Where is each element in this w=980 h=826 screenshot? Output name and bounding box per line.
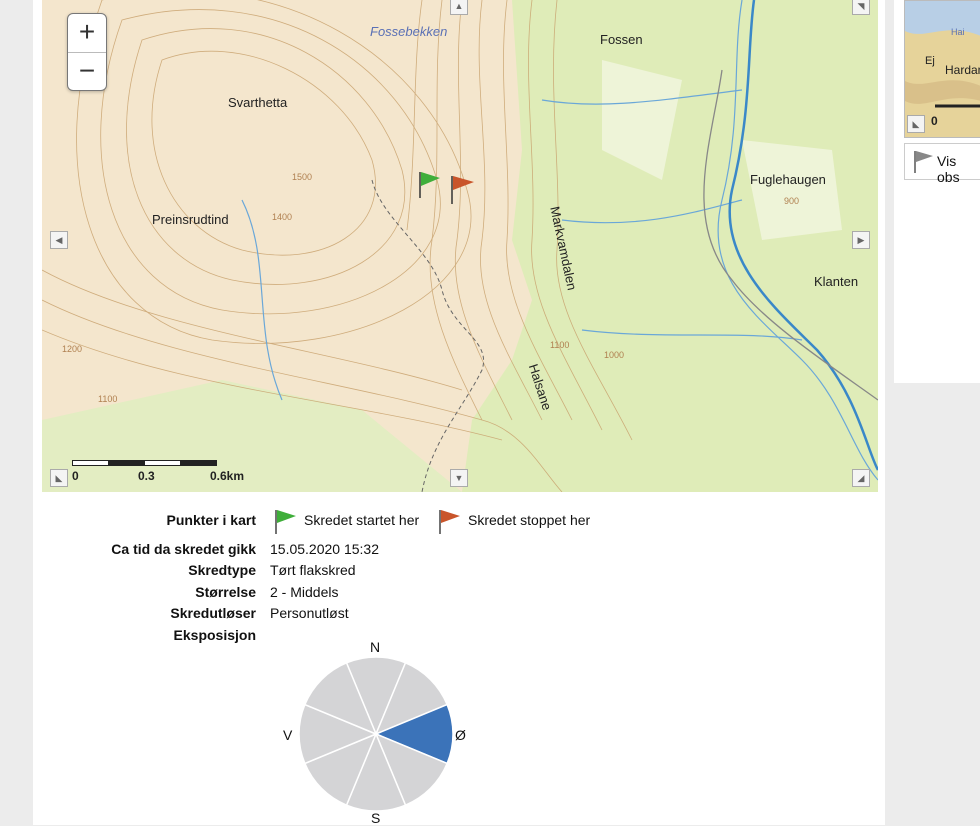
contour-label: 1400: [272, 212, 293, 222]
minimap-toggle-button[interactable]: ◣: [907, 115, 925, 133]
type-value: Tørt flakskred: [270, 562, 356, 578]
stop-flag-label: Skredet stoppet her: [468, 512, 591, 528]
minimap-label: Hai: [951, 27, 965, 37]
points-label: Punkter i kart: [166, 512, 256, 528]
map-terrain: [42, 0, 878, 492]
direction-n-label: N: [370, 639, 381, 655]
minimap-label: Ej: [925, 55, 935, 67]
direction-v-label: V: [283, 727, 293, 743]
map-label: Svarthetta: [228, 95, 288, 110]
resize-corner-right[interactable]: ◢: [852, 469, 870, 487]
map-label: Fossebekken: [370, 24, 448, 39]
side-panel: Hai Hardang Ej 0 ◣ Vis obs: [894, 0, 980, 383]
flag-icon: [914, 151, 933, 173]
resize-corner-left[interactable]: ◣: [50, 469, 68, 487]
exposure-rose: [298, 656, 454, 812]
overview-minimap[interactable]: Hai Hardang Ej 0 ◣: [904, 0, 980, 138]
map-label: Klanten: [814, 274, 859, 289]
zoom-out-button[interactable]: −: [68, 52, 106, 91]
zoom-control: + −: [67, 13, 107, 91]
time-label: Ca tid da skredet gikk: [111, 541, 256, 557]
contour-label: 1100: [550, 340, 570, 350]
map-view[interactable]: + − ▲ ◀ ▶ ▼ ◣ ◢ ◥ Fossebekken Fossen Sva…: [42, 0, 878, 492]
vis-obs-label: Vis obs: [937, 153, 960, 185]
vis-obs-button[interactable]: Vis obs: [904, 143, 980, 185]
minimap-label: 0: [931, 114, 938, 128]
scale-label: 0.3: [138, 469, 155, 483]
pan-right-button[interactable]: ▶: [852, 231, 870, 249]
exposure-label: Eksposisjon: [173, 627, 256, 643]
type-label: Skredtype: [188, 562, 256, 578]
minimap-label: Hardang: [945, 63, 980, 77]
pan-left-button[interactable]: ◀: [50, 231, 68, 249]
pan-up-button[interactable]: ▲: [450, 0, 468, 15]
contour-label: 1500: [292, 172, 313, 182]
zoom-in-button[interactable]: +: [68, 14, 106, 52]
size-value: 2 - Middels: [270, 584, 339, 600]
direction-s-label: S: [371, 810, 381, 826]
resize-corner-top-right[interactable]: ◥: [852, 0, 870, 15]
scale-label: 0.6km: [210, 469, 245, 483]
contour-label: 1200: [62, 344, 83, 354]
direction-o-label: Ø: [455, 727, 466, 743]
trigger-value: Personutløst: [270, 605, 349, 621]
contour-label: 1000: [604, 350, 625, 360]
size-label: Størrelse: [195, 584, 256, 600]
green-flag-icon: [275, 510, 296, 534]
pan-down-button[interactable]: ▼: [450, 469, 468, 487]
contour-label: 1100: [98, 394, 118, 404]
map-label: Preinsrudtind: [152, 212, 229, 227]
start-flag-label: Skredet startet her: [304, 512, 420, 528]
map-label: Fuglehaugen: [750, 172, 826, 187]
contour-label: 900: [784, 196, 800, 206]
scale-label: 0: [72, 469, 79, 483]
map-label: Fossen: [600, 32, 643, 47]
time-value: 15.05.2020 15:32: [270, 541, 379, 557]
red-flag-icon: [439, 510, 460, 534]
trigger-label: Skredutløser: [170, 605, 256, 621]
